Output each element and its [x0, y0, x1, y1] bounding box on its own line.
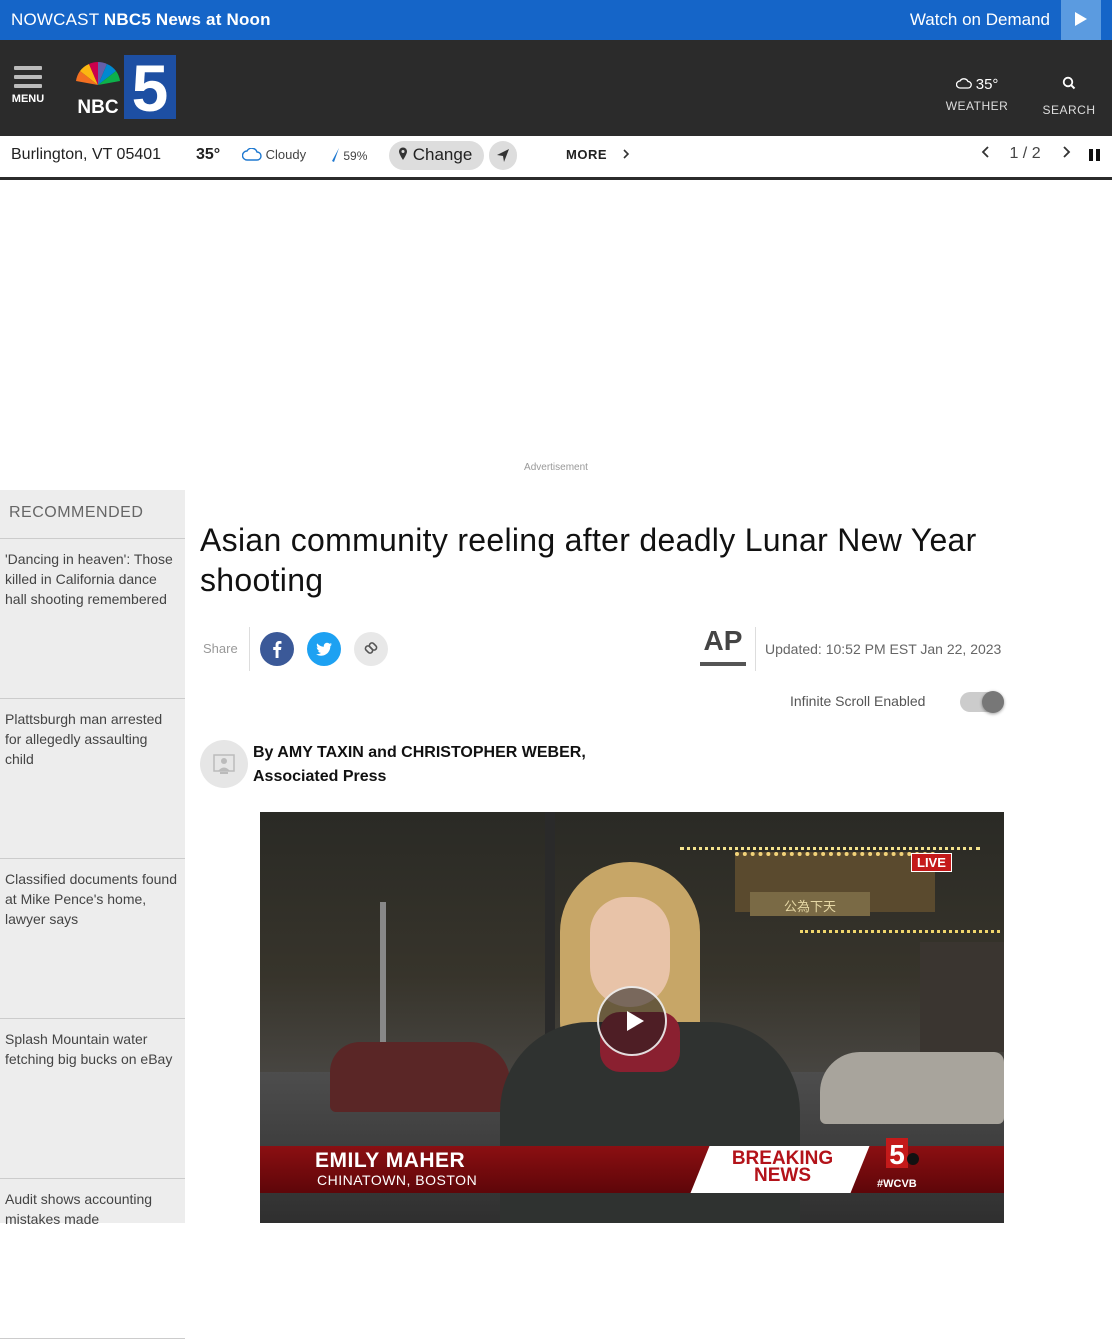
watch-play-button[interactable]: [1061, 0, 1101, 40]
breaking-line-2: NEWS: [754, 1165, 811, 1186]
copy-link-button[interactable]: [354, 632, 388, 666]
ap-logo-text: AP: [704, 625, 743, 656]
change-location-button[interactable]: Change: [389, 141, 484, 170]
recommended-item[interactable]: Classified documents found at Mike Pence…: [0, 859, 185, 1019]
video-silver-car: [820, 1052, 1004, 1124]
search-button[interactable]: SEARCH: [1040, 76, 1098, 117]
condition-row: Cloudy: [241, 147, 307, 162]
nowcast-text[interactable]: NOWCAST NBC5 News at Noon: [11, 10, 271, 30]
humidity-text: 59%: [343, 149, 368, 163]
nbc5-logo[interactable]: 5 NBC: [70, 55, 176, 119]
link-icon: [364, 642, 378, 654]
more-weather-link[interactable]: MORE: [566, 147, 631, 162]
nbc-logo-text: NBC: [77, 97, 118, 118]
infinite-scroll-toggle[interactable]: [960, 691, 1004, 713]
site-header: MENU 5 NBC 35° WEATHER SEARCH: [0, 40, 1112, 136]
search-label: SEARCH: [1042, 103, 1096, 117]
play-icon: [627, 1011, 644, 1031]
recommended-item[interactable]: 'Dancing in heaven': Those killed in Cal…: [0, 539, 185, 699]
more-label: MORE: [566, 147, 607, 162]
cloud-icon: [241, 147, 262, 161]
recommended-item[interactable]: Plattsburgh man arrested for allegedly a…: [0, 699, 185, 859]
weather-temp-row: 35°: [938, 76, 1016, 93]
raindrop-icon: [332, 148, 339, 162]
toggle-knob: [982, 691, 1004, 713]
twitter-share-button[interactable]: [307, 632, 341, 666]
chevron-left-icon[interactable]: [979, 145, 993, 159]
menu-label: MENU: [11, 93, 45, 105]
video-player[interactable]: 公為下天 LIVE EMILY MAHER CHINATOWN, BOSTON …: [260, 812, 1004, 1223]
facebook-share-button[interactable]: [260, 632, 294, 666]
location-weather-bar: Burlington, VT 05401 35° Cloudy 59% Chan…: [0, 136, 1112, 180]
infinite-scroll-label: Infinite Scroll Enabled: [790, 693, 926, 709]
svg-text:5: 5: [132, 55, 169, 119]
location-arrow-icon: [497, 149, 509, 162]
hamburger-icon-bar: [14, 75, 42, 79]
article-title: Asian community reeling after deadly Lun…: [200, 522, 977, 598]
recommended-item[interactable]: Splash Mountain water fetching big bucks…: [0, 1019, 185, 1179]
chevron-right-icon[interactable]: [1059, 145, 1073, 159]
share-label: Share: [203, 641, 238, 656]
weather-pager: 1 / 2: [979, 145, 1073, 163]
change-label: Change: [412, 145, 473, 164]
location-city: Burlington, VT 05401: [11, 146, 162, 163]
ap-logo: AP: [700, 625, 746, 666]
live-badge: LIVE: [911, 853, 952, 872]
advertisement-label: Advertisement: [524, 462, 588, 473]
pause-icon[interactable]: [1088, 148, 1102, 162]
meta-divider: [755, 627, 756, 671]
condition-text: Cloudy: [265, 147, 307, 162]
video-building: [920, 942, 1004, 1052]
location-temp: 35°: [196, 146, 221, 163]
pager-text: 1 / 2: [1009, 145, 1041, 162]
video-play-button[interactable]: [597, 986, 667, 1056]
hamburger-icon: [14, 66, 42, 70]
play-icon: [1075, 12, 1087, 26]
chevron-right-icon: [623, 149, 630, 159]
recommended-sidebar: RECOMMENDED 'Dancing in heaven': Those k…: [0, 490, 185, 1339]
station-tag: #WCVB: [877, 1178, 917, 1190]
facebook-icon: [273, 641, 282, 658]
author-placeholder-icon: [213, 754, 235, 774]
cloud-icon: [955, 78, 972, 89]
reporter-location: CHINATOWN, BOSTON: [317, 1172, 478, 1188]
station-number: 5: [889, 1139, 905, 1170]
wcvb-5-logo: 5: [886, 1138, 919, 1170]
header-weather-temp: 35°: [975, 76, 999, 93]
watch-on-demand-link[interactable]: Watch on Demand: [910, 10, 1050, 30]
weather-button[interactable]: 35° WEATHER: [938, 76, 1016, 113]
share-divider: [249, 627, 250, 671]
article-byline: By AMY TAXIN and CHRISTOPHER WEBER, Asso…: [253, 744, 586, 785]
locate-me-button[interactable]: [489, 141, 517, 170]
video-lower-third: EMILY MAHER CHINATOWN, BOSTON BREAKING N…: [260, 1138, 1004, 1193]
video-string-lights: [680, 847, 980, 850]
humidity-row: 59%: [330, 147, 367, 163]
reporter-name: EMILY MAHER: [315, 1149, 466, 1172]
twitter-icon: [316, 642, 332, 656]
search-icon: [1062, 76, 1076, 90]
menu-button[interactable]: MENU: [10, 66, 46, 105]
nowcast-show: NBC5 News at Noon: [103, 10, 271, 29]
updated-timestamp: Updated: 10:52 PM EST Jan 22, 2023: [765, 641, 1002, 657]
nowcast-bar[interactable]: NOWCAST NBC5 News at Noon Watch on Deman…: [0, 0, 1112, 40]
map-pin-icon: [399, 147, 407, 160]
nowcast-prefix: NOWCAST: [11, 10, 99, 29]
hamburger-icon-bar: [14, 84, 42, 88]
author-avatar: [200, 740, 248, 788]
video-red-car: [330, 1042, 510, 1112]
video-string-lights: [800, 930, 1000, 933]
recommended-item[interactable]: Audit shows accounting mistakes made: [0, 1179, 185, 1339]
breaking-news-text: BREAKING NEWS: [700, 1149, 865, 1186]
recommended-heading: RECOMMENDED: [0, 490, 185, 539]
weather-label: WEATHER: [945, 99, 1009, 113]
